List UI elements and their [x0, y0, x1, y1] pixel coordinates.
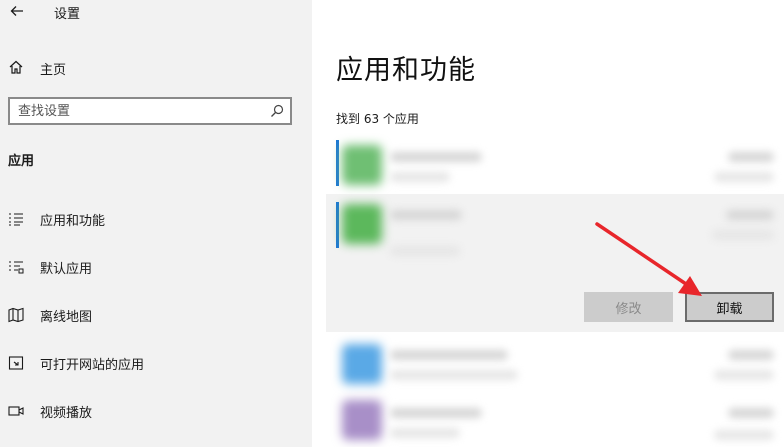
sidebar-item-offline-maps[interactable]: 离线地图: [0, 300, 312, 330]
app-icon: [342, 344, 382, 384]
window-title: 设置: [54, 7, 81, 22]
blurred-app-date: [714, 370, 774, 380]
search-input[interactable]: [18, 102, 258, 120]
blurred-app-name: [390, 152, 482, 162]
sidebar-item-label: 可打开网站的应用: [40, 358, 145, 373]
open-website-icon: [8, 356, 24, 370]
section-title: 应用: [8, 154, 35, 169]
sidebar-item-label: 应用和功能: [40, 214, 106, 229]
blurred-app-size: [728, 350, 774, 360]
sidebar-item-label: 默认应用: [40, 262, 93, 277]
blurred-app-publisher: [390, 428, 460, 438]
blurred-app-size: [726, 210, 774, 220]
blurred-app-date: [712, 230, 774, 240]
search-icon[interactable]: [270, 104, 284, 118]
settings-search-box[interactable]: [8, 97, 292, 125]
sidebar-item-video-playback[interactable]: 视频播放: [0, 396, 312, 426]
home-label: 主页: [40, 63, 67, 78]
default-apps-icon: [9, 261, 24, 274]
app-icon: [342, 145, 382, 185]
blurred-app-size: [728, 408, 774, 418]
sidebar-item-label: 离线地图: [40, 310, 93, 325]
home-nav-item[interactable]: 主页: [0, 55, 312, 81]
modify-button[interactable]: 修改: [584, 292, 673, 322]
blurred-app-name: [390, 350, 508, 360]
app-list-item[interactable]: [332, 140, 784, 192]
page-title: 应用和功能: [336, 55, 476, 86]
sidebar: 设置 主页 应用 应用和功能 默认应用 离线地图: [0, 0, 312, 447]
blurred-app-date: [714, 430, 774, 440]
home-icon: [9, 60, 23, 74]
map-icon: [8, 307, 24, 323]
blurred-app-publisher: [390, 172, 450, 182]
app-icon: [342, 400, 382, 440]
sidebar-item-apps-features[interactable]: 应用和功能: [0, 204, 312, 234]
back-arrow-icon: [10, 6, 23, 16]
blurred-app-name: [390, 210, 462, 220]
blurred-app-publisher: [390, 246, 460, 256]
apps-list-icon: [9, 213, 23, 226]
app-list-item[interactable]: [332, 394, 784, 447]
back-button[interactable]: [6, 0, 28, 22]
app-list-item[interactable]: [332, 340, 784, 392]
blurred-app-date: [714, 172, 774, 182]
app-count-text: 找到 63 个应用: [336, 112, 419, 126]
video-icon: [8, 406, 24, 416]
blurred-app-publisher: [390, 370, 518, 380]
blurred-app-size: [728, 152, 774, 162]
blurred-app-name: [390, 408, 482, 418]
sidebar-item-default-apps[interactable]: 默认应用: [0, 252, 312, 282]
app-row-accent: [336, 202, 339, 248]
sidebar-item-apps-for-websites[interactable]: 可打开网站的应用: [0, 348, 312, 378]
app-icon: [342, 204, 382, 244]
title-bar: 设置: [0, 0, 312, 24]
app-row-accent: [336, 140, 339, 186]
sidebar-item-label: 视频播放: [40, 406, 93, 421]
uninstall-button[interactable]: 卸载: [685, 292, 774, 322]
